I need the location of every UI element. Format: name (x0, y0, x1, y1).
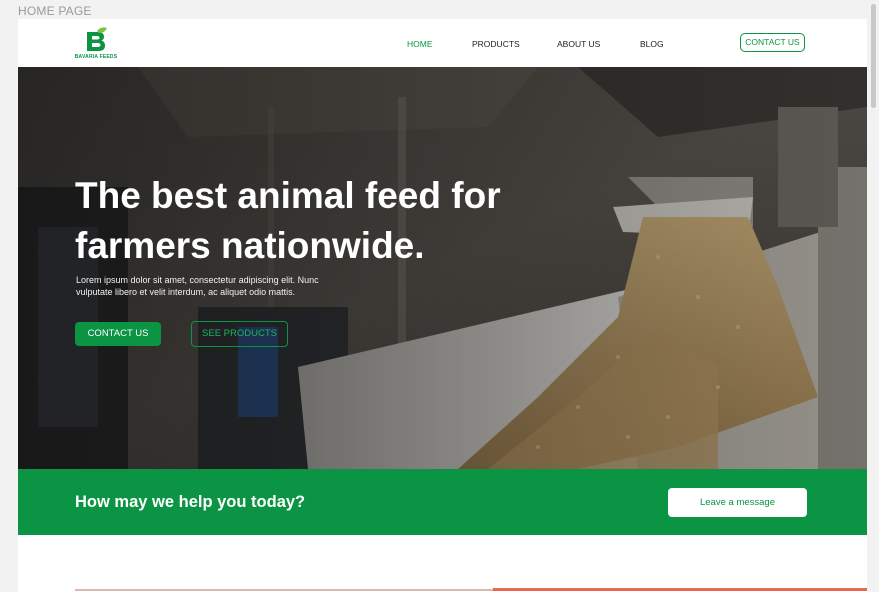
logo-mark-icon (87, 27, 107, 51)
nav-home[interactable]: HOME (407, 39, 433, 49)
brand-name: BAVARIA FEEDS (74, 54, 118, 60)
site-header: BAVARIA FEEDS HOME PRODUCTS ABOUT US BLO… (18, 19, 867, 68)
hero-section: The best animal feed for farmers nationw… (18, 67, 867, 469)
hero-subtitle-line-2: vulputate libero et velit interdum, ac a… (76, 287, 296, 297)
scrollbar-thumb[interactable] (871, 4, 876, 108)
nav-products[interactable]: PRODUCTS (472, 39, 520, 49)
hero-title-line-2: farmers nationwide. (75, 225, 425, 266)
nav-about-us[interactable]: ABOUT US (557, 39, 600, 49)
nav-blog[interactable]: BLOG (640, 39, 664, 49)
hero-subtitle-line-1: Lorem ipsum dolor sit amet, consectetur … (76, 275, 319, 285)
leave-message-button[interactable]: Leave a message (668, 488, 807, 517)
next-section-peek-right (493, 588, 867, 591)
help-banner: How may we help you today? Leave a messa… (18, 469, 867, 535)
scrollbar[interactable] (870, 0, 878, 592)
nav-contact-button[interactable]: CONTACT US (740, 33, 805, 52)
help-title: How may we help you today? (75, 493, 306, 511)
hero-contact-button[interactable]: CONTACT US (75, 322, 161, 346)
page-frame: BAVARIA FEEDS HOME PRODUCTS ABOUT US BLO… (18, 19, 867, 592)
hero-subtitle: Lorem ipsum dolor sit amet, consectetur … (76, 274, 376, 298)
brand-logo[interactable]: BAVARIA FEEDS (74, 27, 118, 61)
hero-title: The best animal feed for farmers nationw… (75, 171, 595, 271)
hero-see-products-button[interactable]: SEE PRODUCTS (191, 321, 288, 347)
hero-title-line-1: The best animal feed for (75, 175, 501, 216)
page-label: HOME PAGE (18, 4, 92, 18)
next-section-peek-left (75, 589, 493, 591)
